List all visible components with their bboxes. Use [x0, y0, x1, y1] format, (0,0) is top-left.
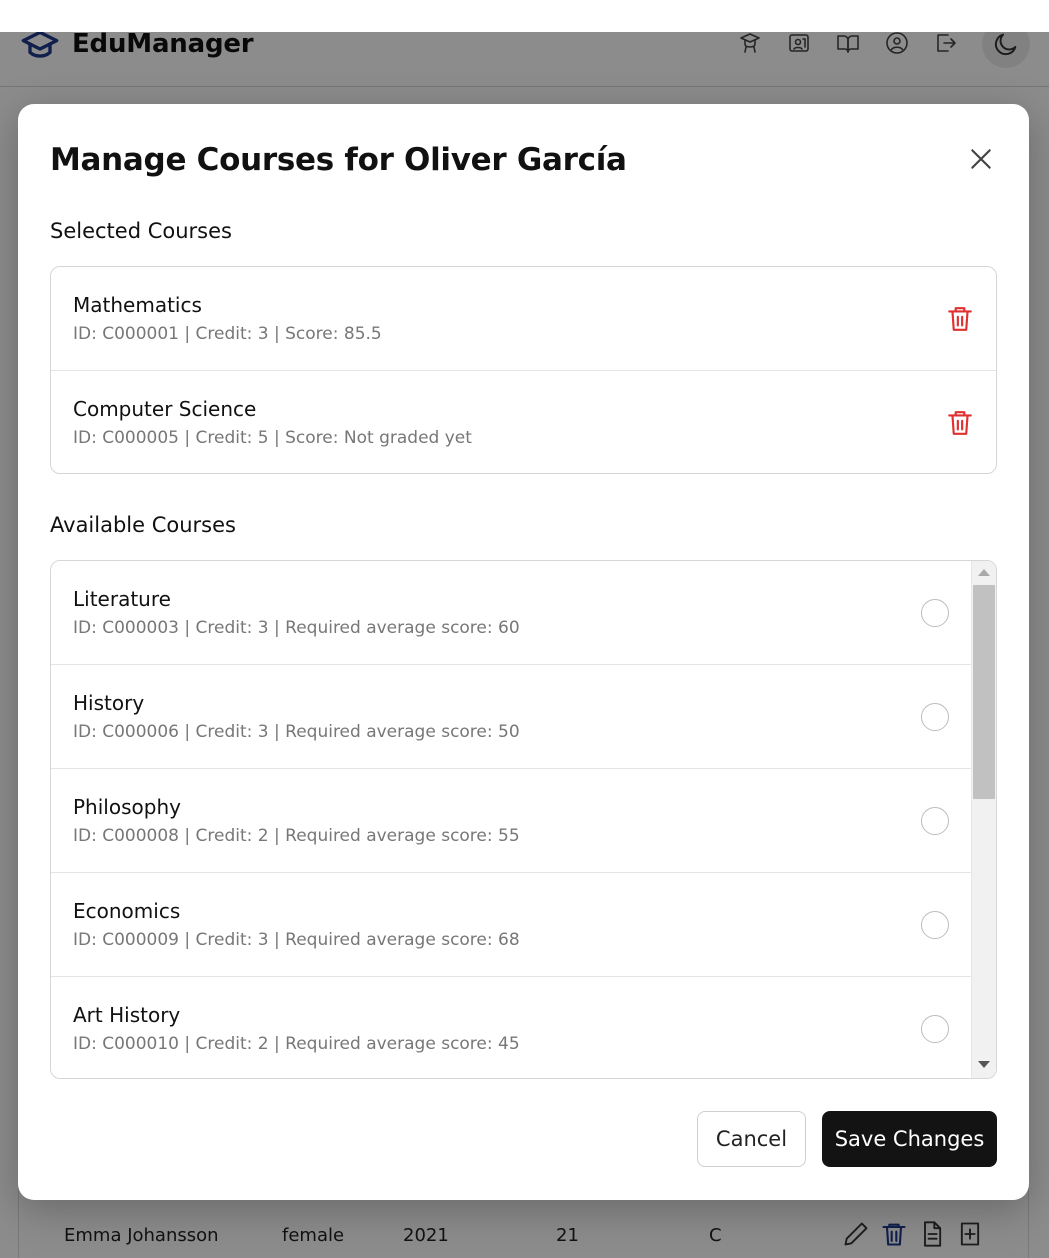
course-select-radio[interactable] [921, 599, 949, 627]
course-meta: ID: C000005 | Credit: 5 | Score: Not gra… [73, 428, 472, 448]
course-meta: ID: C000009 | Credit: 3 | Required avera… [73, 930, 520, 950]
course-select-radio[interactable] [921, 1015, 949, 1043]
selected-courses-heading: Selected Courses [50, 219, 232, 243]
course-name: Economics [73, 899, 181, 923]
save-changes-button[interactable]: Save Changes [822, 1111, 997, 1167]
close-button[interactable] [964, 142, 998, 176]
close-icon [971, 149, 991, 169]
course-name: Art History [73, 1003, 181, 1027]
modal-title: Manage Courses for Oliver García [50, 142, 627, 178]
browser-top-strip [0, 0, 1049, 32]
course-select-radio[interactable] [921, 703, 949, 731]
course-meta: ID: C000001 | Credit: 3 | Score: 85.5 [73, 324, 382, 344]
course-select-radio[interactable] [921, 911, 949, 939]
available-course-row[interactable]: History ID: C000006 | Credit: 3 | Requir… [51, 665, 971, 769]
available-courses-list: Literature ID: C000003 | Credit: 3 | Req… [50, 560, 997, 1079]
selected-course-row: Mathematics ID: C000001 | Credit: 3 | Sc… [51, 267, 996, 371]
vertical-scrollbar[interactable] [971, 561, 996, 1078]
scrollbar-thumb[interactable] [973, 585, 995, 799]
course-name: History [73, 691, 145, 715]
course-meta: ID: C000008 | Credit: 2 | Required avera… [73, 826, 520, 846]
available-courses-heading: Available Courses [50, 513, 236, 537]
course-name: Computer Science [73, 397, 257, 421]
course-meta: ID: C000003 | Credit: 3 | Required avera… [73, 618, 520, 638]
remove-course-trash-icon[interactable] [947, 409, 973, 437]
available-course-row[interactable]: Philosophy ID: C000008 | Credit: 2 | Req… [51, 769, 971, 873]
course-name: Literature [73, 587, 171, 611]
scroll-up-arrow-icon[interactable] [978, 569, 990, 576]
available-course-row[interactable]: Literature ID: C000003 | Credit: 3 | Req… [51, 561, 971, 665]
available-courses-scroll-area[interactable]: Literature ID: C000003 | Credit: 3 | Req… [51, 561, 971, 1078]
course-name: Philosophy [73, 795, 181, 819]
course-meta: ID: C000010 | Credit: 2 | Required avera… [73, 1034, 520, 1054]
cancel-button[interactable]: Cancel [697, 1111, 806, 1167]
selected-courses-list: Mathematics ID: C000001 | Credit: 3 | Sc… [50, 266, 997, 474]
course-meta: ID: C000006 | Credit: 3 | Required avera… [73, 722, 520, 742]
course-select-radio[interactable] [921, 807, 949, 835]
available-course-row[interactable]: Economics ID: C000009 | Credit: 3 | Requ… [51, 873, 971, 977]
available-course-row[interactable]: Art History ID: C000010 | Credit: 2 | Re… [51, 977, 971, 1078]
manage-courses-modal: Manage Courses for Oliver García Selecte… [18, 104, 1029, 1200]
selected-course-row: Computer Science ID: C000005 | Credit: 5… [51, 371, 996, 473]
course-name: Mathematics [73, 293, 202, 317]
remove-course-trash-icon[interactable] [947, 305, 973, 333]
scroll-down-arrow-icon[interactable] [978, 1061, 990, 1068]
